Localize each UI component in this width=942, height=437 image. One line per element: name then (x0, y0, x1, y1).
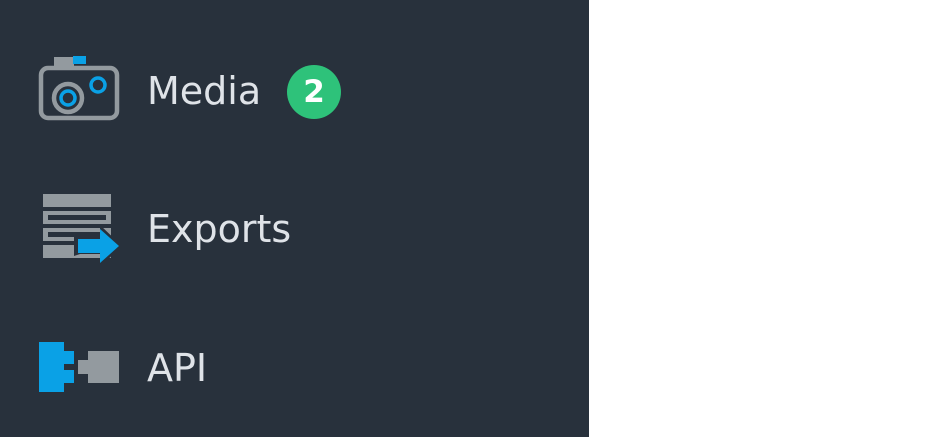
sidebar-item-exports[interactable]: Exports (0, 174, 589, 284)
page: Media 2 Exports API (0, 0, 942, 437)
sidebar-item-label: Media (147, 69, 262, 113)
api-connector-icon (36, 332, 126, 412)
sidebar-item-media[interactable]: Media 2 (0, 36, 589, 146)
sidebar-item-label: Exports (147, 207, 292, 251)
sidebar-item-api[interactable]: API (0, 312, 589, 422)
sidebar-item-label: API (147, 346, 208, 390)
notification-count-badge: 2 (287, 65, 341, 119)
sidebar: Media 2 Exports API (0, 0, 589, 437)
camera-icon (36, 48, 126, 128)
export-stack-icon (36, 188, 126, 268)
